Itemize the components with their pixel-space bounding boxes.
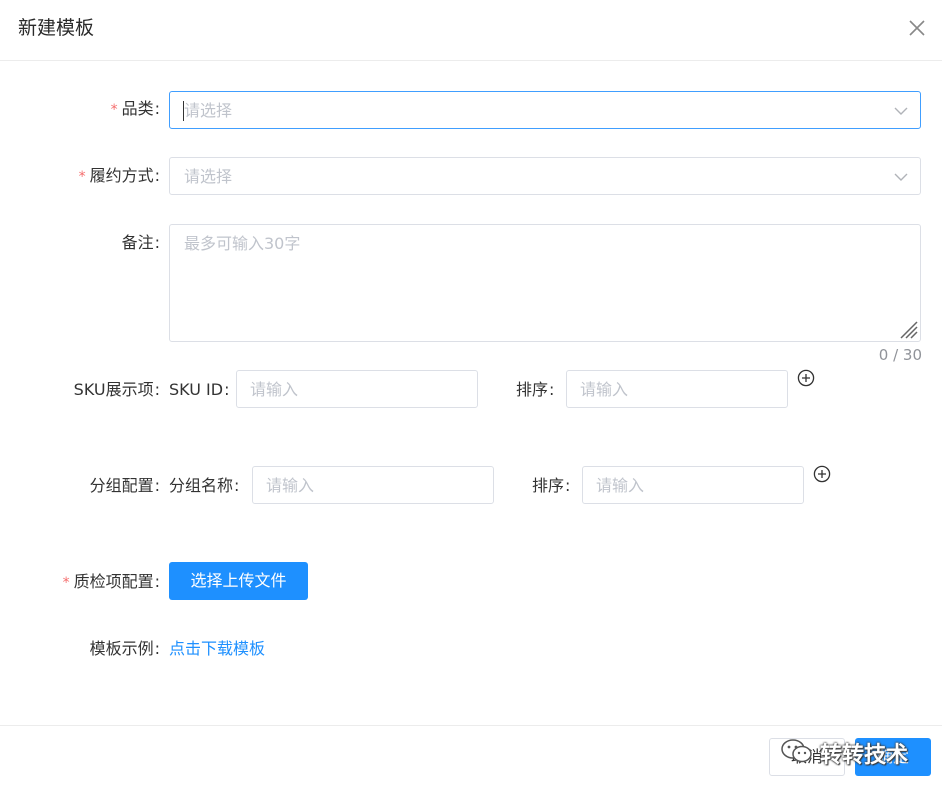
close-icon[interactable] <box>908 19 926 37</box>
sku-id-input[interactable]: 请输入 <box>236 370 478 408</box>
sku-sort-input[interactable]: 请输入 <box>566 370 788 408</box>
sku-label: SKU展示项: <box>73 380 160 399</box>
remark-textarea[interactable]: 最多可输入30字 <box>169 224 921 342</box>
footer-divider <box>0 725 942 726</box>
remark-label: 备注: <box>121 233 160 252</box>
add-sku-plus-circle-icon[interactable] <box>797 369 815 387</box>
remark-counter: 0 / 30 <box>878 346 922 364</box>
qc-label: * 质检项配置: <box>62 572 160 591</box>
group-sort-input[interactable]: 请输入 <box>582 466 804 504</box>
fulfillment-placeholder: 请选择 <box>184 167 233 186</box>
remark-placeholder: 最多可输入30字 <box>184 234 301 253</box>
category-placeholder: 请选择 <box>184 101 233 120</box>
sku-id-label: SKU ID: <box>169 380 230 399</box>
add-group-plus-circle-icon[interactable] <box>813 465 831 483</box>
fulfillment-select[interactable]: 请选择 <box>169 157 921 195</box>
chevron-down-icon <box>894 169 908 183</box>
category-label: * 品类: <box>110 99 160 118</box>
download-template-link[interactable]: 点击下载模板 <box>169 638 265 660</box>
group-name-input[interactable]: 请输入 <box>252 466 494 504</box>
group-name-label: 分组名称: <box>169 476 240 495</box>
group-sort-label: 排序: <box>532 476 571 495</box>
upload-file-button[interactable]: 选择上传文件 <box>169 562 308 600</box>
category-select[interactable]: 请选择 <box>169 91 921 129</box>
sku-sort-label: 排序: <box>516 380 555 399</box>
chevron-down-icon <box>894 103 908 117</box>
resize-handle-icon[interactable] <box>896 317 918 339</box>
dialog-title: 新建模板 <box>18 17 95 39</box>
cancel-button[interactable]: 取消 <box>769 738 845 776</box>
example-label: 模板示例: <box>89 639 160 658</box>
group-label: 分组配置: <box>89 476 160 495</box>
dialog-header: 新建模板 <box>0 0 942 61</box>
fulfillment-label: * 履约方式: <box>78 166 160 185</box>
confirm-button[interactable]: 确定 <box>855 738 931 776</box>
